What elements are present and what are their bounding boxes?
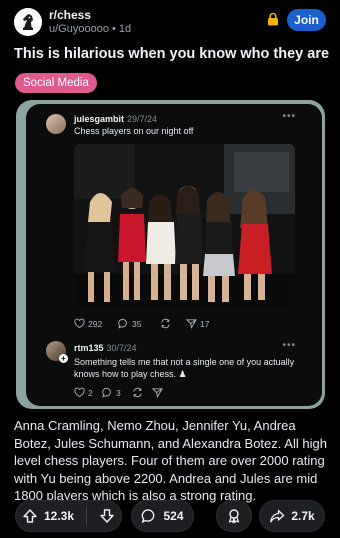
heart-icon — [74, 387, 85, 398]
comment-count: 524 — [163, 509, 184, 523]
reply-author: rtm135 30/7/24 — [74, 343, 137, 353]
award-button[interactable] — [216, 500, 252, 532]
subreddit-avatar[interactable] — [14, 8, 42, 36]
vote-divider — [86, 507, 88, 525]
reply-comment-count: 3 — [116, 387, 121, 398]
send-icon — [152, 388, 163, 398]
tweet-share-button[interactable]: 17 — [186, 318, 209, 329]
tweet-repost-button[interactable] — [160, 318, 171, 329]
lock-icon — [268, 12, 278, 26]
tweet-text: Chess players on our night off — [74, 126, 194, 136]
comments-button[interactable]: 524 — [131, 500, 194, 532]
reply-date: 30/7/24 — [106, 343, 137, 353]
subreddit-name[interactable]: r/chess — [49, 8, 91, 22]
more-options-icon: ••• — [282, 111, 296, 122]
tweet-author-avatar — [46, 114, 66, 134]
vote-count: 12.3k — [43, 509, 75, 523]
comment-icon — [118, 318, 127, 329]
reply-comment-button[interactable]: 3 — [102, 387, 121, 398]
vote-control: 12.3k — [15, 500, 122, 532]
reply-more-options-icon: ••• — [282, 340, 296, 351]
tweet-share-count: 17 — [200, 318, 210, 329]
comment-bubble-icon — [142, 509, 155, 524]
post-title[interactable]: This is hilarious when you know who they… — [14, 46, 334, 62]
reply-share-button[interactable] — [152, 387, 163, 398]
post-flair[interactable]: Social Media — [15, 73, 97, 93]
repost-icon — [161, 318, 170, 329]
award-icon — [228, 509, 240, 524]
tweet-date: 29/7/24 — [127, 114, 158, 124]
post-meta[interactable]: u/Guyooooo • 1d — [49, 23, 131, 35]
reply-repost-button[interactable] — [132, 387, 143, 398]
group-photo — [74, 144, 295, 309]
tweet-comment-button[interactable]: 35 — [118, 318, 141, 329]
share-button[interactable]: 2.7k — [259, 500, 325, 532]
post-body[interactable]: Anna Cramling, Nemo Zhou, Jennifer Yu, A… — [14, 417, 332, 505]
follow-plus-icon: + — [59, 354, 68, 363]
tweet-comment-count: 35 — [132, 318, 142, 329]
heart-icon — [74, 318, 85, 329]
share-count: 2.7k — [291, 509, 315, 523]
reply-like-count: 2 — [88, 387, 93, 398]
tweet-like-count: 292 — [88, 318, 103, 329]
comment-icon — [102, 387, 111, 398]
share-icon — [270, 509, 285, 523]
embedded-image[interactable]: julesgambit 29/7/24 ••• Chess players on … — [26, 104, 322, 406]
reply-text: Something tells me that not a single one… — [74, 357, 295, 379]
send-icon — [186, 319, 197, 329]
downvote-icon[interactable] — [99, 508, 115, 524]
upvote-icon[interactable] — [22, 508, 38, 524]
tweet-author: julesgambit 29/7/24 — [74, 114, 158, 124]
chess-knight-avatar-icon — [14, 8, 42, 36]
tweet-like-button[interactable]: 292 — [74, 318, 102, 329]
post-header: r/chess u/Guyooooo • 1d Join — [0, 0, 340, 44]
reply-like-button[interactable]: 2 — [74, 387, 93, 398]
post-action-bar: 12.3k 524 2.7k — [0, 500, 340, 534]
repost-icon — [133, 387, 142, 398]
join-button[interactable]: Join — [287, 9, 326, 31]
